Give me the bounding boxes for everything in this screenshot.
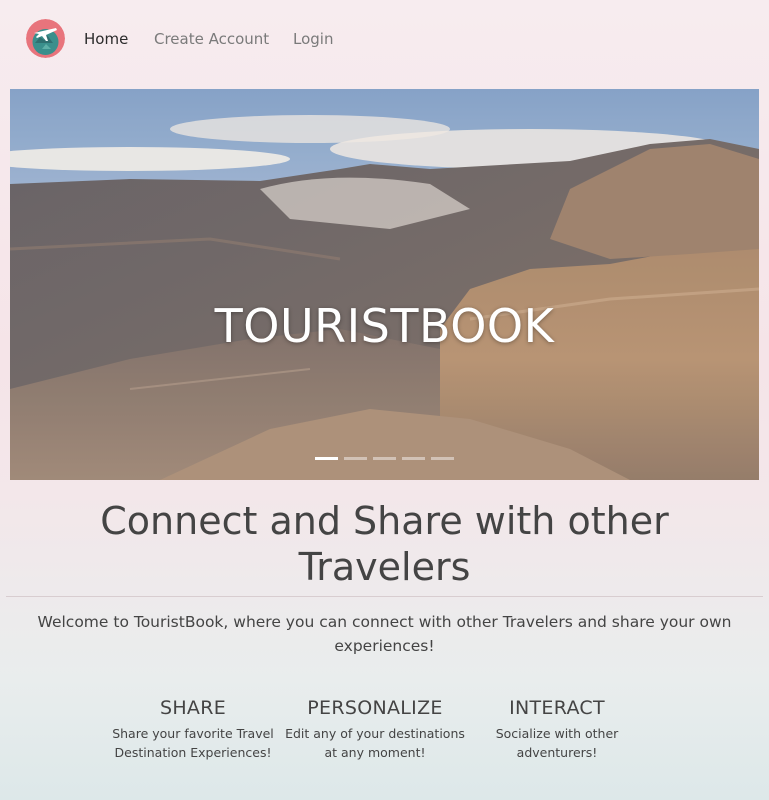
nav-home-link[interactable]: Home [84,29,128,49]
nav-login-link[interactable]: Login [293,29,333,49]
hero-carousel[interactable]: TOURISTBOOK [10,89,759,480]
feature-personalize: PERSONALIZE Edit any of your destination… [285,696,465,762]
feature-share: SHARE Share your favorite Travel Destina… [103,696,283,762]
feature-personalize-text: Edit any of your destinations at any mom… [285,726,465,760]
feature-interact-text: Socialize with other adventurers! [495,726,619,760]
globe-plane-logo-icon [26,19,65,58]
nav-create-account-link[interactable]: Create Account [154,29,269,49]
hero-title: TOURISTBOOK [214,299,555,353]
feature-personalize-title: PERSONALIZE [307,697,443,719]
carousel-indicator-4[interactable] [402,457,425,460]
carousel-indicator-5[interactable] [431,457,454,460]
welcome-text: Welcome to TouristBook, where you can co… [37,613,732,655]
canyon-landscape-photo [10,89,759,480]
main-headline: Connect and Share with other Travelers [100,499,669,589]
feature-share-text: Share your favorite Travel Destination E… [112,726,274,760]
navbar: Home Create Account Login [0,0,769,78]
carousel-indicator-2[interactable] [344,457,367,460]
carousel-indicator-3[interactable] [373,457,396,460]
section-divider [6,596,763,597]
feature-interact-title: INTERACT [509,697,605,719]
carousel-indicators [0,457,769,460]
carousel-indicator-1[interactable] [315,457,338,460]
feature-share-title: SHARE [159,697,227,719]
feature-interact: INTERACT Socialize with other adventurer… [467,696,647,762]
logo-icon[interactable] [26,19,65,58]
